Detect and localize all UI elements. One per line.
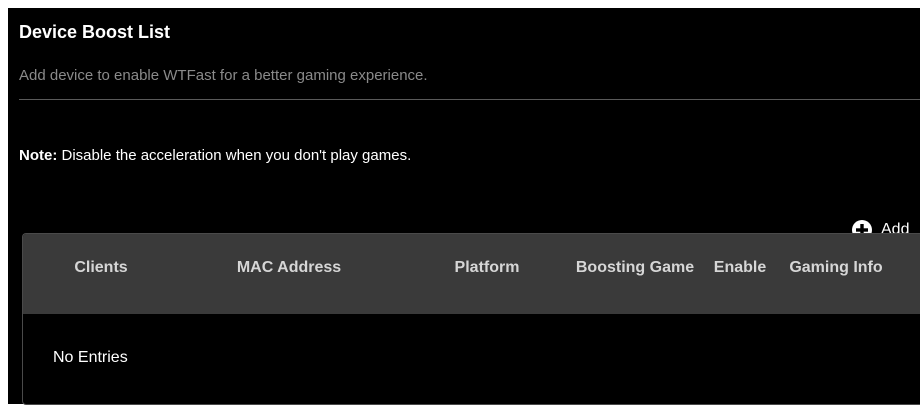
device-boost-table: Clients MAC Address Platform Boosting Ga… <box>22 233 920 405</box>
note-message: Disable the acceleration when you don't … <box>57 147 412 164</box>
column-header-boosting-game[interactable]: Boosting Game <box>575 258 695 277</box>
column-header-mac-address[interactable]: MAC Address <box>211 258 367 277</box>
column-header-clients[interactable]: Clients <box>45 258 157 277</box>
table-header: Clients MAC Address Platform Boosting Ga… <box>23 234 920 314</box>
column-header-platform[interactable]: Platform <box>431 258 543 277</box>
empty-table-message: No Entries <box>53 349 128 366</box>
note-text: Note: Disable the acceleration when you … <box>19 147 411 164</box>
page-title: Device Boost List <box>19 22 171 42</box>
header-divider <box>19 99 920 100</box>
note-label: Note: <box>19 147 58 164</box>
column-header-gaming-info[interactable]: Gaming Info <box>781 258 891 277</box>
column-header-enable[interactable]: Enable <box>703 258 777 277</box>
page-description: Add device to enable WTFast for a better… <box>19 67 428 84</box>
device-boost-list-panel: Device Boost List Add device to enable W… <box>8 8 920 405</box>
